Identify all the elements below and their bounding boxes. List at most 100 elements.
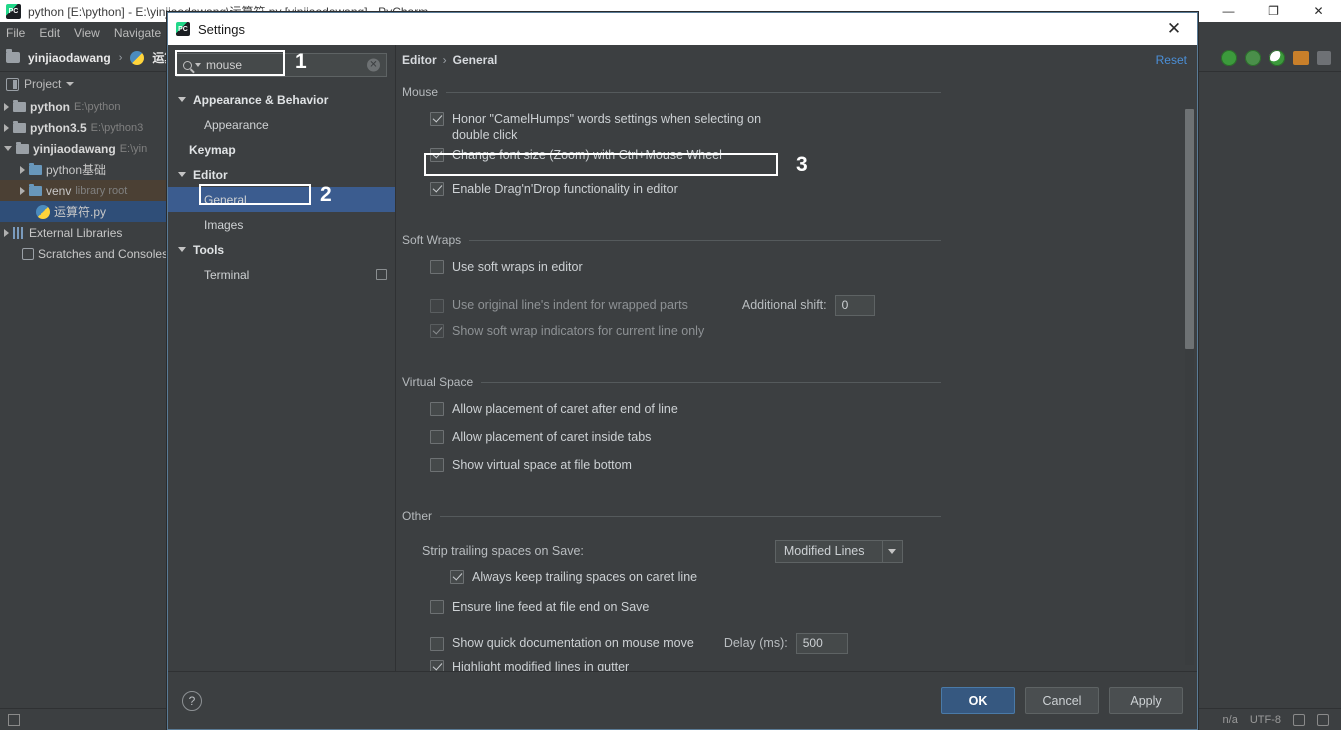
event-log-icon[interactable] [1317,713,1329,726]
tree-item-editor[interactable]: Editor [168,162,395,187]
status-encoding[interactable]: UTF-8 [1250,714,1281,726]
show-virtual-space-checkbox[interactable] [430,458,444,472]
use-soft-wraps-checkbox[interactable] [430,260,444,274]
settings-search-input[interactable]: mouse ✕ [176,53,387,77]
menu-navigate[interactable]: Navigate [114,26,161,40]
honor-camelhumps-checkbox[interactable] [430,112,444,126]
tree-item-keymap[interactable]: Keymap [168,137,395,162]
option-highlight-modified-lines[interactable]: Highlight modified lines in gutter [402,659,1185,671]
tree-item-label: python基础 [46,163,107,177]
project-panel-header[interactable]: Project [0,72,167,96]
option-enable-drag-n-drop[interactable]: Enable Drag'n'Drop functionality in edit… [402,181,1185,209]
status-line-column[interactable]: n/a [1223,714,1238,726]
chevron-down-icon[interactable] [195,63,201,67]
delay-input[interactable]: 500 [795,632,848,654]
tree-item-terminal[interactable]: Terminal [168,262,395,287]
option-label: Always keep trailing spaces on caret lin… [472,570,698,584]
run-with-profiler-icon[interactable] [1293,51,1309,65]
option-always-keep-trailing-spaces[interactable]: Always keep trailing spaces on caret lin… [402,569,1185,597]
tree-item-yinjiaodawang[interactable]: yinjiaodawang E:\yin [0,138,167,159]
settings-category-tree[interactable]: Appearance & Behavior Appearance Keymap … [168,85,395,671]
always-keep-trailing-spaces-checkbox[interactable] [450,570,464,584]
tree-item-images[interactable]: Images [168,212,395,237]
option-use-original-indent[interactable]: Use original line's indent for wrapped p… [402,291,1185,319]
folder-icon [13,99,26,112]
caret-after-end-of-line-checkbox[interactable] [430,402,444,416]
tree-item-venv[interactable]: venv library root [0,180,167,201]
menu-file[interactable]: File [6,26,25,40]
option-honor-camelhumps[interactable]: Honor "CamelHumps" words settings when s… [402,111,762,143]
option-show-virtual-space-at-file-bottom[interactable]: Show virtual space at file bottom [402,457,1185,485]
chevron-down-icon[interactable] [178,172,186,177]
cancel-button[interactable]: Cancel [1025,687,1099,714]
chevron-right-icon[interactable] [4,228,9,237]
search-row: mouse ✕ [168,45,395,85]
divider [481,381,941,383]
change-font-size-zoom-checkbox[interactable] [430,148,444,162]
debug-icon[interactable] [1245,50,1261,66]
lock-icon[interactable] [1293,713,1305,726]
chevron-right-icon[interactable] [4,123,9,132]
divider [446,91,941,93]
tree-item-tools[interactable]: Tools [168,237,395,262]
option-label: Allow placement of caret after end of li… [452,402,678,416]
tree-item-external-libraries[interactable]: External Libraries [0,222,167,243]
caret-inside-tabs-checkbox[interactable] [430,430,444,444]
scratch-icon [22,247,34,260]
menu-view[interactable]: View [74,26,100,40]
chevron-right-icon[interactable] [20,165,25,174]
toolbar-project-crumb[interactable]: yinjiaodawang [28,51,111,65]
help-icon[interactable]: ? [182,690,202,711]
additional-shift-input[interactable]: 0 [834,294,875,316]
minimize-icon[interactable]: — [1206,0,1251,22]
option-show-soft-wrap-indicators[interactable]: Show soft wrap indicators for current li… [402,323,1185,351]
tree-item-python35[interactable]: python3.5 E:\python3 [0,117,167,138]
copy-icon[interactable] [376,269,387,280]
option-ensure-line-feed[interactable]: Ensure line feed at file end on Save [402,599,1185,627]
option-use-soft-wraps[interactable]: Use soft wraps in editor [402,259,1185,287]
tree-item-path: E:\python [74,100,121,113]
reset-link[interactable]: Reset [1156,53,1187,67]
project-tree[interactable]: python E:\python python3.5 E:\python3 yi… [0,96,168,264]
vertical-scrollbar-thumb[interactable] [1185,109,1194,349]
strip-trailing-spaces-select[interactable]: Modified Lines [774,539,903,563]
breadcrumb-parent[interactable]: Editor [402,53,437,67]
ensure-line-feed-checkbox[interactable] [430,600,444,614]
close-icon[interactable]: ✕ [1296,0,1341,22]
option-caret-inside-tabs[interactable]: Allow placement of caret inside tabs [402,429,1185,457]
option-show-quick-documentation[interactable]: Show quick documentation on mouse move D… [402,629,1185,657]
dialog-close-icon[interactable]: ✕ [1151,13,1197,45]
chevron-right-icon[interactable] [4,102,9,111]
tree-item-scratches-and-consoles[interactable]: Scratches and Consoles [0,243,168,264]
coverage-icon[interactable] [1269,50,1285,66]
tree-item-python[interactable]: python E:\python [0,96,167,117]
chevron-right-icon[interactable] [20,186,25,195]
maximize-icon[interactable]: ❐ [1251,0,1296,22]
chevron-down-icon[interactable] [881,540,902,562]
tree-item-appearance[interactable]: Appearance [168,112,395,137]
divider [469,239,941,241]
show-quick-documentation-checkbox[interactable] [430,636,444,651]
enable-dragndrop-checkbox[interactable] [430,182,444,196]
clear-search-icon[interactable]: ✕ [367,58,380,72]
tree-item-general[interactable]: General [168,187,395,212]
toolbar-right-icons[interactable] [1221,44,1331,72]
option-change-font-size-zoom[interactable]: Change font size (Zoom) with Ctrl+Mouse … [402,147,1185,175]
status-left-icon[interactable] [8,714,20,726]
ok-button[interactable]: OK [941,687,1015,714]
project-tool-window: Project python E:\python python3.5 E:\py… [0,72,168,708]
option-caret-after-end-of-line[interactable]: Allow placement of caret after end of li… [402,401,1185,429]
chevron-down-icon[interactable] [4,146,12,151]
tree-item-yunsuanfu-py[interactable]: 运算符.py [0,201,167,222]
tree-item-python-jichu[interactable]: python基础 [0,159,167,180]
run-icon[interactable] [1221,50,1237,66]
tree-item-appearance-and-behavior[interactable]: Appearance & Behavior [168,87,395,112]
apply-button[interactable]: Apply [1109,687,1183,714]
highlight-modified-lines-checkbox[interactable] [430,660,444,671]
chevron-down-icon[interactable] [178,247,186,252]
menu-edit[interactable]: Edit [39,26,60,40]
window-controls[interactable]: — ❐ ✕ [1206,0,1341,22]
chevron-down-icon[interactable] [178,97,186,102]
stop-icon[interactable] [1317,51,1331,65]
chevron-down-icon[interactable] [66,82,75,86]
